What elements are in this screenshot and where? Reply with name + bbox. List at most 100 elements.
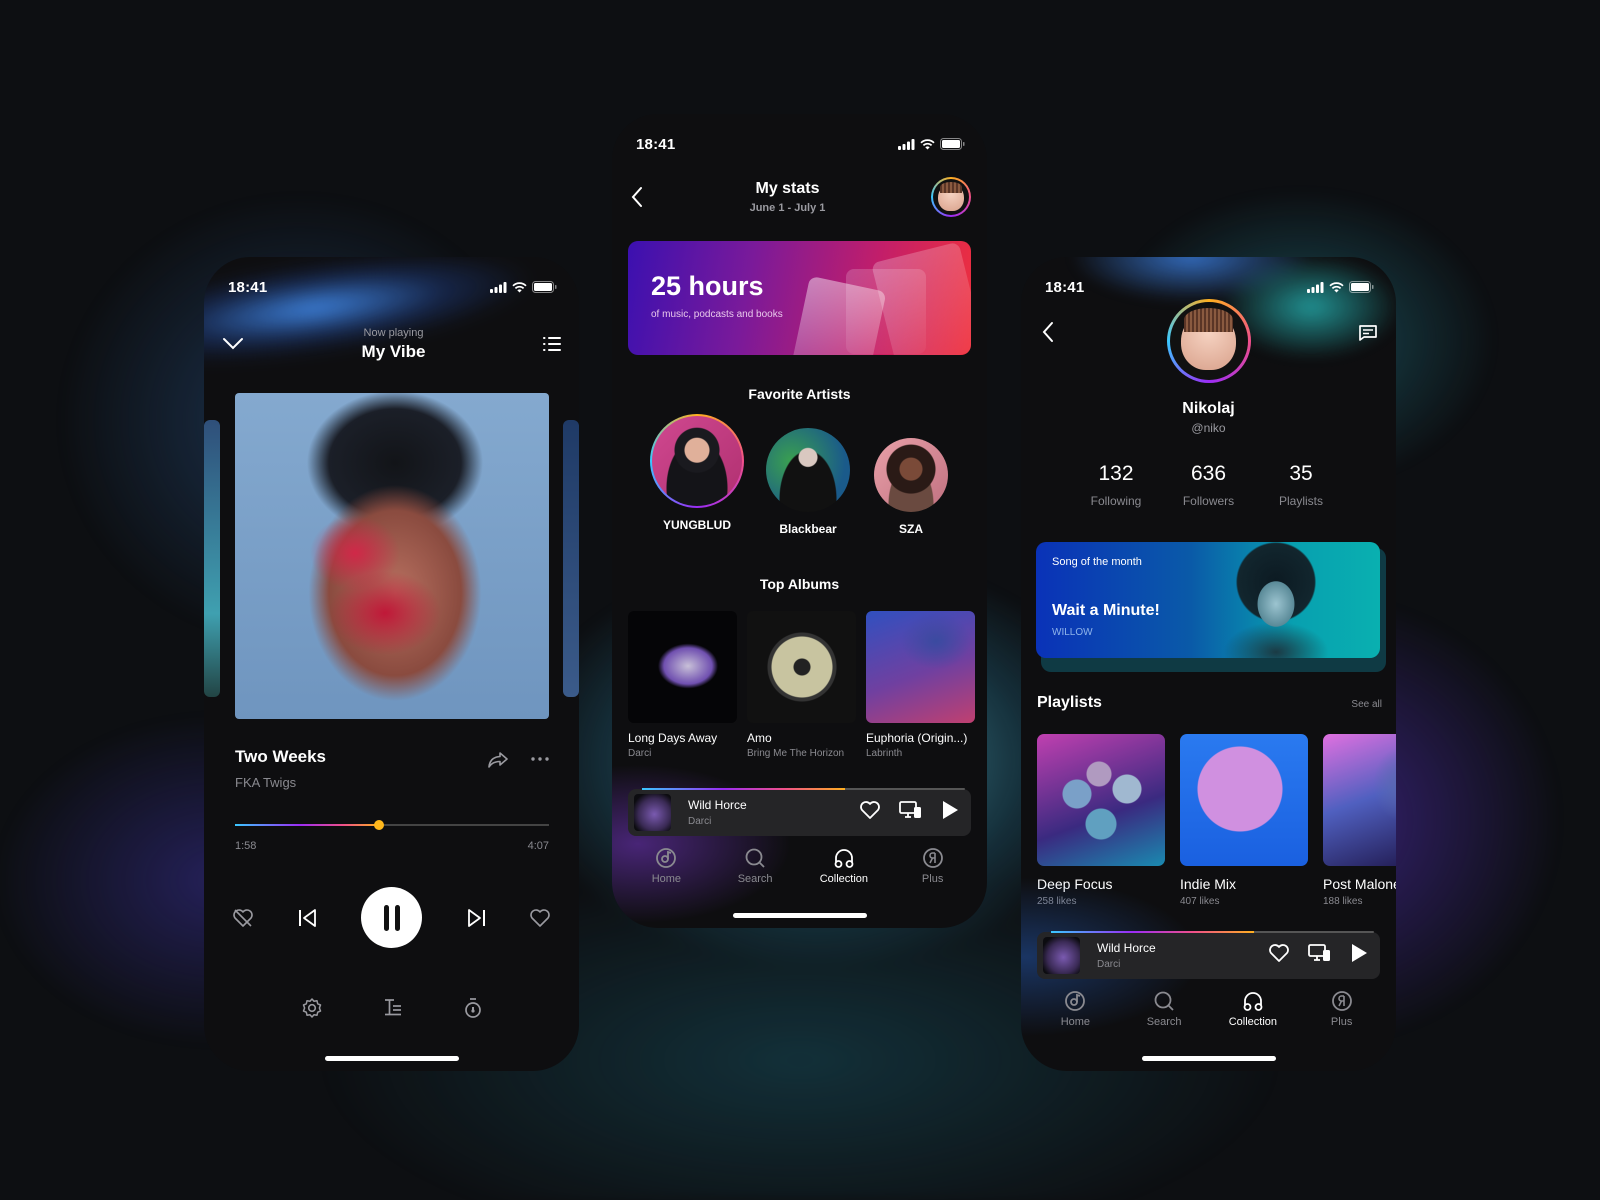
message-icon[interactable] <box>1358 324 1378 342</box>
devices-icon[interactable] <box>1308 943 1332 963</box>
stat-label: Followers <box>1182 494 1235 508</box>
heart-off-icon[interactable] <box>232 908 254 928</box>
tab-label: Search <box>737 873 773 885</box>
tab-collection[interactable]: Collection <box>1218 990 1288 1046</box>
back-icon[interactable] <box>630 186 644 208</box>
home-music-icon <box>656 848 677 868</box>
status-time: 18:41 <box>1045 278 1085 296</box>
top-albums-title: Top Albums <box>759 576 840 592</box>
queue-list-icon[interactable] <box>543 337 561 351</box>
home-indicator <box>1141 1056 1276 1061</box>
album-title: Long Days Away <box>628 731 718 745</box>
play-icon[interactable] <box>941 800 959 820</box>
plus-icon <box>1331 991 1352 1011</box>
progress-thumb[interactable] <box>374 820 385 830</box>
status-time: 18:41 <box>228 278 268 296</box>
stat-label: Following <box>1090 494 1142 508</box>
artist-item[interactable]: YUNGBLUD <box>650 414 744 532</box>
album-cover <box>628 611 737 723</box>
play-icon[interactable] <box>1350 943 1368 963</box>
heart-icon[interactable] <box>529 908 551 928</box>
track-artist[interactable]: FKA Twigs <box>235 775 326 790</box>
stat-value: 35 <box>1289 462 1313 485</box>
artist-name: SZA <box>899 522 923 536</box>
share-icon[interactable] <box>487 751 509 769</box>
memoji-avatar <box>938 181 964 211</box>
track-info: Two Weeks FKA Twigs <box>235 747 549 790</box>
mini-progress <box>642 788 965 790</box>
mini-progress <box>1051 931 1374 933</box>
tab-label: Search <box>1146 1016 1182 1028</box>
tab-home[interactable]: Home <box>631 847 701 903</box>
tab-search[interactable]: Search <box>720 847 790 903</box>
battery-icon <box>532 281 557 293</box>
tab-home[interactable]: Home <box>1040 990 1110 1046</box>
more-icon[interactable] <box>531 751 549 761</box>
chevron-down-icon[interactable] <box>222 337 244 351</box>
total-time: 4:07 <box>527 840 549 852</box>
timer-icon[interactable] <box>463 997 483 1019</box>
mini-player[interactable]: Wild Horce Darci <box>1037 931 1380 979</box>
album-item[interactable]: Euphoria (Origin...) Labrinth <box>866 611 975 759</box>
artist-name: YUNGBLUD <box>663 518 731 532</box>
tab-plus[interactable]: Plus <box>1307 990 1377 1046</box>
stat-followers[interactable]: 636 Followers <box>1164 462 1254 508</box>
track-title: Two Weeks <box>235 747 327 766</box>
mini-progress-fill <box>642 788 846 790</box>
previous-cover-peek[interactable] <box>204 420 220 697</box>
lyrics-icon[interactable] <box>383 997 403 1019</box>
skip-back-icon[interactable] <box>298 908 318 928</box>
date-range[interactable]: June 1 - July 1 <box>750 202 826 214</box>
gear-icon[interactable] <box>301 997 323 1019</box>
artist-name: Blackbear <box>779 522 837 536</box>
mini-player[interactable]: Wild Horce Darci <box>628 788 971 836</box>
song-of-month-label: Song of the month <box>1052 556 1142 568</box>
pause-button[interactable] <box>361 887 422 948</box>
tab-label: Collection <box>819 873 869 885</box>
user-avatar[interactable] <box>931 177 971 217</box>
status-bar: 18:41 <box>204 257 579 307</box>
tab-label: Home <box>1060 1016 1091 1028</box>
headphones-icon <box>834 849 854 868</box>
album-title: Euphoria (Origin...) <box>866 731 968 745</box>
see-all-link[interactable]: See all <box>1351 699 1382 710</box>
song-of-month-card[interactable]: Song of the month Wait a Minute! WILLOW <box>1036 542 1380 658</box>
playlist-item[interactable]: Post Malone 188 likes <box>1323 734 1396 907</box>
next-cover-peek[interactable] <box>563 420 579 697</box>
artist-item[interactable]: SZA <box>874 438 948 536</box>
album-item[interactable]: Amo Bring Me The Horizon <box>747 611 856 759</box>
stat-value: 132 <box>1098 462 1134 485</box>
mini-player-cover <box>634 794 671 831</box>
tab-plus[interactable]: Plus <box>898 847 968 903</box>
bottom-tab-bar: Home Search Collection Plus <box>1021 990 1396 1046</box>
skip-forward-icon[interactable] <box>466 908 486 928</box>
stat-playlists[interactable]: 35 Playlists <box>1256 462 1346 508</box>
tab-search[interactable]: Search <box>1129 990 1199 1046</box>
playlist-likes: 188 likes <box>1323 896 1363 907</box>
mini-progress-fill <box>1051 931 1255 933</box>
pause-icon <box>383 904 400 931</box>
battery-icon <box>940 138 965 150</box>
wifi-icon <box>1329 281 1344 292</box>
playback-progress-slider[interactable] <box>235 820 549 830</box>
playlist-cover <box>1037 734 1165 866</box>
stat-following[interactable]: 132 Following <box>1071 462 1161 508</box>
heart-icon[interactable] <box>1268 943 1290 963</box>
profile-stats: 132 Following 636 Followers 35 Playlists <box>1071 462 1346 508</box>
listening-hours-card[interactable]: 25 hours of music, podcasts and books <box>628 241 971 355</box>
artist-photo <box>1206 542 1346 658</box>
heart-icon[interactable] <box>859 800 881 820</box>
tab-collection[interactable]: Collection <box>809 847 879 903</box>
profile-avatar[interactable] <box>1166 299 1251 383</box>
back-icon[interactable] <box>1041 321 1055 343</box>
tab-label: Plus <box>1330 1016 1353 1028</box>
home-indicator <box>324 1056 459 1061</box>
plus-icon <box>922 848 943 868</box>
signal-icon <box>490 281 507 293</box>
artist-item[interactable]: Blackbear <box>766 428 850 536</box>
playlist-cover <box>1323 734 1396 866</box>
album-item[interactable]: Long Days Away Darci <box>628 611 737 759</box>
stats-header: My stats June 1 - July 1 <box>612 172 987 222</box>
profile-screen: 18:41 Nikolaj @niko 132 Following 636 Fo… <box>1021 257 1396 1071</box>
devices-icon[interactable] <box>899 800 923 820</box>
